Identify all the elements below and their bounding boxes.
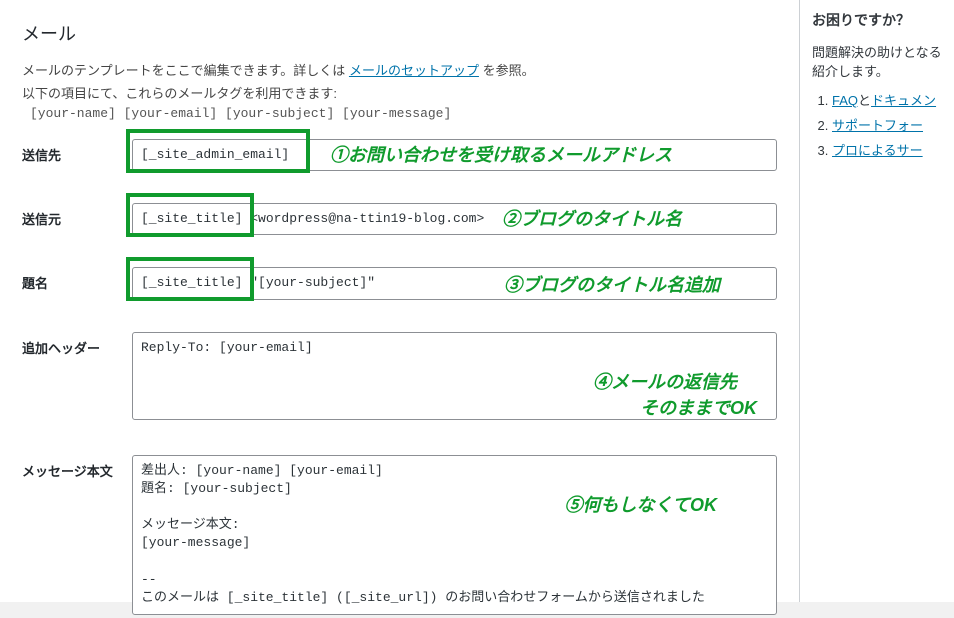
row-subject: 題名 ③ブログのタイトル名追加 [22, 267, 777, 299]
label-body: メッセージ本文 [22, 455, 132, 480]
docs-link[interactable]: ドキュメン [871, 93, 936, 108]
faq-link[interactable]: FAQ [832, 93, 858, 108]
row-from: 送信元 ②ブログのタイトル名 [22, 203, 777, 235]
label-headers: 追加ヘッダー [22, 332, 132, 357]
label-subject: 題名 [22, 267, 132, 292]
mail-setup-link[interactable]: メールのセットアップ [349, 63, 479, 78]
input-to[interactable] [132, 139, 777, 171]
help-item-3: プロによるサー [832, 140, 942, 159]
row-to: 送信先 ①お問い合わせを受け取るメールアドレス [22, 139, 777, 171]
help-item-2: サポートフォー [832, 115, 942, 134]
intro-text: メールのテンプレートをここで編集できます。詳しくは メールのセットアップ を参照… [22, 60, 777, 79]
label-from: 送信元 [22, 203, 132, 228]
help-item-1: FAQとドキュメン [832, 90, 942, 109]
label-to: 送信先 [22, 139, 132, 164]
section-title: メール [22, 20, 777, 46]
support-forum-link[interactable]: サポートフォー [832, 118, 923, 133]
available-tags: [your-name] [your-email] [your-subject] … [22, 106, 777, 121]
row-body: メッセージ本文 差出人: [your-name] [your-email] 題名… [22, 455, 777, 618]
help-intro: 問題解決の助けとなる紹介します。 [812, 42, 942, 80]
input-from[interactable] [132, 203, 777, 235]
input-subject[interactable] [132, 267, 777, 299]
help-sidebar: お困りですか？ 問題解決の助けとなる紹介します。 FAQとドキュメン サポートフ… [799, 0, 954, 602]
mail-settings-panel: メール メールのテンプレートをここで編集できます。詳しくは メールのセットアップ… [0, 0, 800, 602]
tagline-intro: 以下の項目にて、これらのメールタグを利用できます: [22, 83, 777, 102]
input-body[interactable]: 差出人: [your-name] [your-email] 題名: [your-… [132, 455, 777, 615]
help-title: お困りですか？ [812, 10, 942, 30]
pro-support-link[interactable]: プロによるサー [832, 143, 923, 158]
row-headers: 追加ヘッダー Reply-To: [your-email] ④メールの返信先 そ… [22, 332, 777, 423]
input-headers[interactable]: Reply-To: [your-email] [132, 332, 777, 420]
